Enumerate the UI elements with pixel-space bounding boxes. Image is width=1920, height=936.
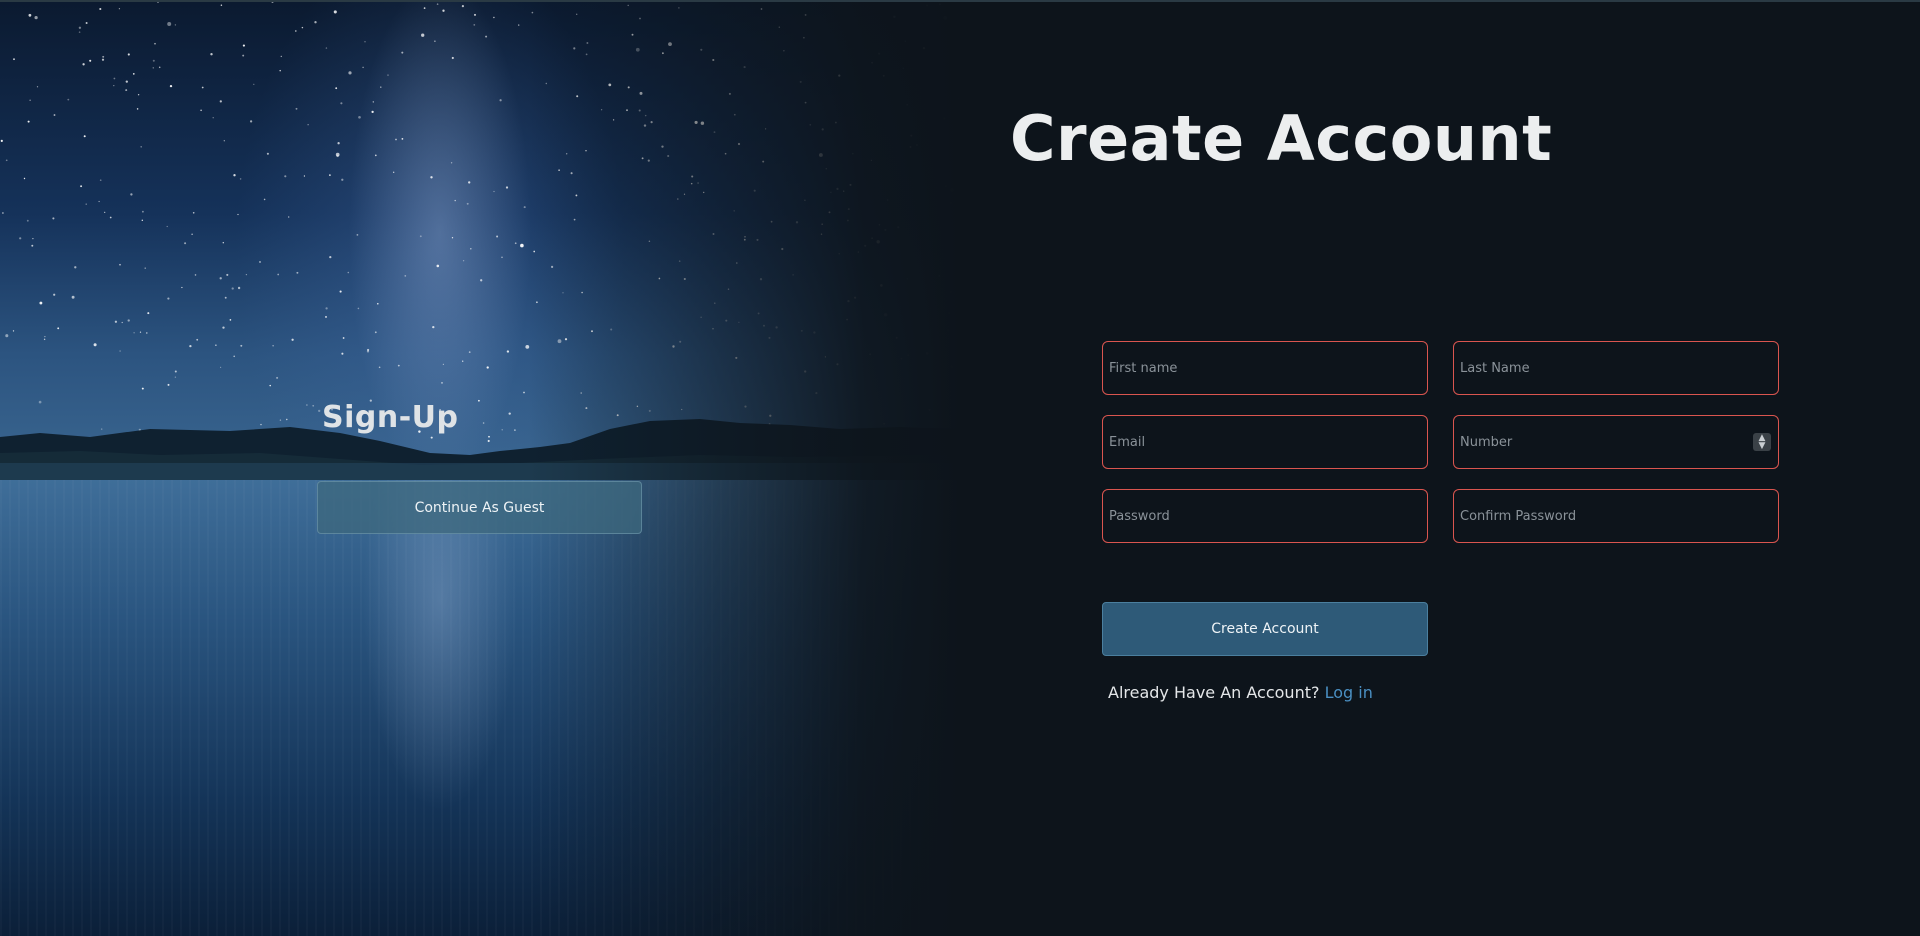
create-account-button[interactable]: Create Account	[1102, 602, 1428, 656]
signup-page: Sign-Up Continue As Guest Create Account…	[0, 0, 1920, 936]
first-name-field[interactable]	[1102, 341, 1428, 395]
hero-title: Sign-Up	[322, 400, 459, 435]
email-field[interactable]	[1102, 415, 1428, 469]
login-prompt-text: Already Have An Account?	[1108, 683, 1320, 702]
login-prompt-line: Already Have An Account? Log in	[1108, 683, 1373, 702]
login-link[interactable]: Log in	[1325, 683, 1373, 702]
password-field[interactable]	[1102, 489, 1428, 543]
last-name-field[interactable]	[1453, 341, 1779, 395]
hero-fade-overlay	[0, 2, 960, 936]
number-field[interactable]	[1453, 415, 1779, 469]
page-title: Create Account	[1010, 102, 1553, 175]
hero-panel: Sign-Up Continue As Guest	[0, 2, 960, 936]
continue-as-guest-button[interactable]: Continue As Guest	[317, 481, 642, 534]
confirm-password-field[interactable]	[1453, 489, 1779, 543]
up-down-spinner-icon[interactable]: ▲ ▼	[1753, 433, 1771, 451]
